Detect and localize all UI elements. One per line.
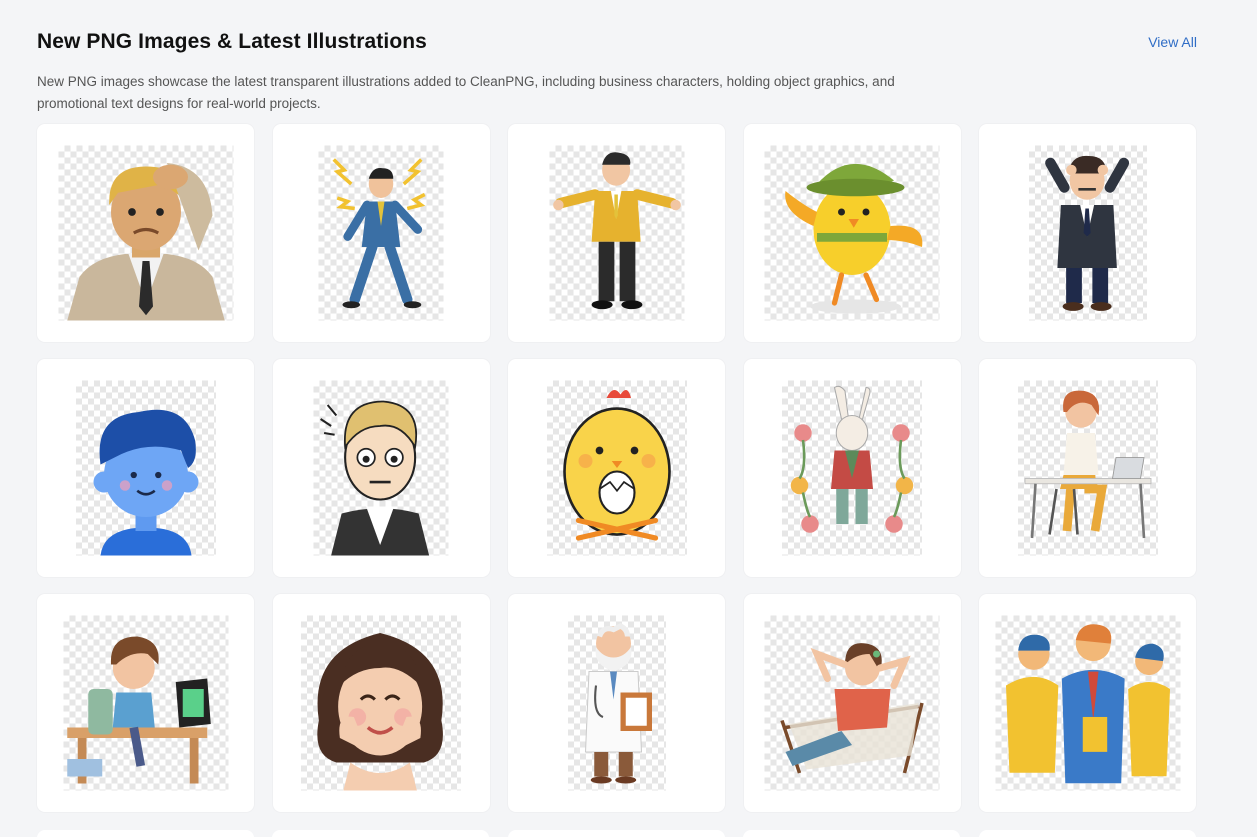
image-card[interactable] xyxy=(743,359,961,577)
worried-cartoon-man-icon xyxy=(313,380,449,556)
image-card[interactable] xyxy=(508,359,725,577)
section-description: New PNG images showcase the latest trans… xyxy=(37,74,895,111)
image-card[interactable] xyxy=(508,830,725,837)
image-card[interactable] xyxy=(37,594,254,812)
section-title: New PNG Images & Latest Illustrations xyxy=(37,30,427,53)
image-card[interactable] xyxy=(508,594,725,812)
floral-rabbit-icon xyxy=(782,380,922,556)
chick-holding-egg-icon xyxy=(546,380,687,556)
image-card[interactable] xyxy=(508,124,725,342)
stressed-walking-businessman-icon xyxy=(318,145,444,321)
business-team-discussion-icon xyxy=(995,615,1180,791)
image-card[interactable] xyxy=(272,594,490,812)
image-card[interactable] xyxy=(743,830,960,837)
section-header: New PNG Images & Latest Illustrations Vi… xyxy=(37,30,1197,54)
image-card[interactable] xyxy=(979,124,1196,342)
doctor-with-clipboard-icon xyxy=(567,615,666,791)
image-card[interactable] xyxy=(979,594,1196,812)
view-all-link[interactable]: View All xyxy=(1148,34,1197,50)
relaxing-woman-chair-icon xyxy=(764,615,940,791)
image-card[interactable] xyxy=(272,124,490,342)
image-card[interactable] xyxy=(979,830,1196,837)
shrugging-businessman-icon xyxy=(549,145,684,321)
woman-at-laptop-icon xyxy=(1017,380,1158,556)
image-card[interactable] xyxy=(979,359,1196,577)
image-grid xyxy=(37,124,1196,812)
image-card[interactable] xyxy=(37,830,254,837)
confused-businessman-3d-icon xyxy=(58,145,233,321)
dancing-yellow-chick-icon xyxy=(764,145,940,321)
image-card[interactable] xyxy=(272,830,489,837)
anxious-businessman-icon xyxy=(1028,145,1147,321)
image-card[interactable] xyxy=(743,594,961,812)
image-card[interactable] xyxy=(37,359,254,577)
boy-using-tablet-icon xyxy=(63,615,228,791)
image-card[interactable] xyxy=(743,124,961,342)
image-card[interactable] xyxy=(37,124,254,342)
image-card[interactable] xyxy=(272,359,490,577)
smiling-girl-portrait-icon xyxy=(301,615,461,791)
blue-boy-avatar-icon xyxy=(75,380,216,556)
